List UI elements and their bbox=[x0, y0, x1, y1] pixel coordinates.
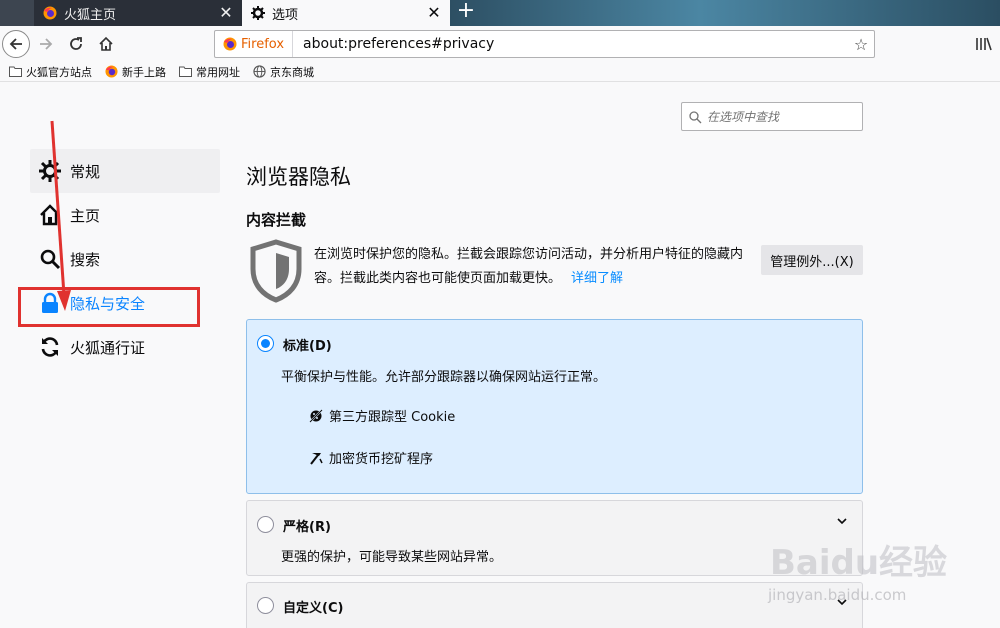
forward-button[interactable] bbox=[32, 30, 60, 58]
firefox-icon bbox=[223, 37, 237, 51]
sync-icon bbox=[38, 335, 62, 359]
identity-label: Firefox bbox=[241, 36, 285, 52]
radio-custom[interactable] bbox=[257, 597, 274, 614]
sidebar-item-label: 火狐通行证 bbox=[70, 338, 146, 357]
new-tab-button[interactable]: + bbox=[452, 0, 480, 26]
manage-exceptions-button[interactable]: 管理例外...(X) bbox=[761, 245, 863, 275]
feature-label: 第三方跟踪型 Cookie bbox=[329, 410, 456, 425]
description-text: 在浏览时保护您的隐私。拦截会跟踪您访问活动，并分析用户特征的隐藏内容。拦截此类内… bbox=[314, 247, 744, 286]
close-icon[interactable]: ✕ bbox=[426, 5, 442, 21]
tab-bar: 火狐主页 ✕ 选项 ✕ + bbox=[0, 0, 1000, 26]
bookmark-label: 火狐官方站点 bbox=[26, 65, 92, 79]
bookmark-label: 常用网址 bbox=[196, 65, 240, 79]
option-label: 自定义(C) bbox=[283, 601, 344, 616]
option-description: 平衡保护与性能。允许部分跟踪器以确保网站运行正常。 bbox=[281, 370, 607, 385]
bookmarks-toolbar: 火狐官方站点 新手上路 常用网址 京东商城 bbox=[0, 62, 1000, 82]
feature-item: 第三方跟踪型 Cookie bbox=[309, 406, 455, 425]
shield-icon bbox=[250, 239, 302, 303]
radio-strict[interactable] bbox=[257, 516, 274, 533]
baidu-watermark-url: jingyan.baidu.com bbox=[768, 586, 907, 604]
bookmark-item[interactable]: 火狐官方站点 bbox=[8, 64, 92, 80]
option-label: 标准(D) bbox=[283, 339, 332, 354]
chevron-down-icon[interactable] bbox=[836, 515, 848, 527]
feature-item: 加密货币挖矿程序 bbox=[309, 448, 433, 467]
home-button[interactable] bbox=[92, 30, 120, 58]
bookmark-label: 京东商城 bbox=[270, 65, 314, 79]
close-icon[interactable]: ✕ bbox=[218, 5, 234, 21]
preferences-page: 常规 主页 搜索 隐私与安全 火狐通行证 bbox=[0, 83, 1000, 628]
cryptominer-icon bbox=[310, 452, 323, 465]
page-title: 浏览器隐私 bbox=[246, 165, 351, 189]
option-card-standard[interactable]: 标准(D) 平衡保护与性能。允许部分跟踪器以确保网站运行正常。 第三方跟踪型 C… bbox=[246, 319, 863, 494]
tab-strip-left bbox=[0, 0, 34, 26]
baidu-watermark: Baidu经验 bbox=[770, 543, 948, 583]
bookmark-item[interactable]: 新手上路 bbox=[104, 64, 166, 80]
annotation-arrow bbox=[50, 120, 71, 311]
bookmark-item[interactable]: 常用网址 bbox=[178, 64, 240, 80]
bookmark-star-icon[interactable]: ☆ bbox=[848, 35, 874, 54]
radio-standard[interactable] bbox=[257, 335, 274, 352]
firefox-icon bbox=[42, 5, 58, 21]
feature-label: 加密货币挖矿程序 bbox=[329, 452, 434, 467]
tab-title: 火狐主页 bbox=[64, 7, 117, 23]
bookmark-item[interactable]: 京东商城 bbox=[252, 64, 314, 80]
preferences-search[interactable] bbox=[681, 102, 863, 131]
firefox-icon bbox=[104, 65, 118, 79]
reload-icon bbox=[70, 37, 82, 50]
sidebar-item-sync[interactable]: 火狐通行证 bbox=[30, 325, 220, 369]
navigation-toolbar: Firefox about:preferences#privacy ☆ bbox=[0, 26, 1000, 62]
url-bar[interactable]: Firefox about:preferences#privacy ☆ bbox=[214, 30, 875, 58]
search-icon bbox=[689, 110, 702, 123]
folder-icon bbox=[8, 65, 22, 79]
gear-icon bbox=[250, 5, 266, 21]
reload-button[interactable] bbox=[62, 30, 90, 58]
tab-options[interactable]: 选项 ✕ bbox=[242, 0, 450, 26]
folder-icon bbox=[178, 65, 192, 79]
bookmark-label: 新手上路 bbox=[122, 65, 166, 79]
identity-box[interactable]: Firefox bbox=[215, 31, 294, 57]
arrow-left-icon bbox=[9, 38, 22, 50]
url-text[interactable]: about:preferences#privacy bbox=[293, 36, 848, 52]
learn-more-link[interactable]: 详细了解 bbox=[571, 271, 623, 286]
option-label: 严格(R) bbox=[283, 520, 331, 535]
section-title: 内容拦截 bbox=[246, 211, 307, 229]
back-button[interactable] bbox=[2, 30, 30, 58]
tab-firefox-home[interactable]: 火狐主页 ✕ bbox=[34, 0, 242, 26]
option-description: 更强的保护，可能导致某些网站异常。 bbox=[281, 550, 503, 565]
tab-title: 选项 bbox=[272, 7, 299, 23]
content-blocking-description: 在浏览时保护您的隐私。拦截会跟踪您访问活动，并分析用户特征的隐藏内容。拦截此类内… bbox=[314, 243, 754, 291]
globe-icon bbox=[252, 65, 266, 79]
arrow-right-icon bbox=[40, 38, 53, 50]
home-icon bbox=[99, 36, 113, 51]
search-input[interactable] bbox=[707, 109, 857, 124]
library-icon[interactable] bbox=[972, 30, 996, 58]
cookie-blocked-icon bbox=[309, 408, 323, 423]
